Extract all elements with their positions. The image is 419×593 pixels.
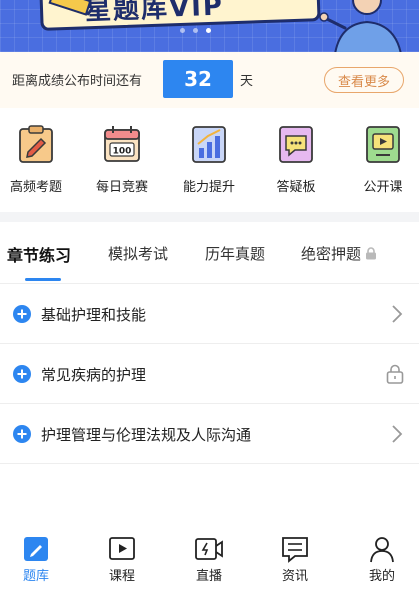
banner-title: 星题库VIP: [84, 0, 225, 27]
calendar-100-icon: 100: [104, 126, 140, 162]
countdown-unit: 天: [240, 74, 254, 89]
nav-live[interactable]: 直播: [179, 535, 239, 591]
feature-label: 能力提升: [182, 180, 235, 195]
feature-ability-improve[interactable]: 能力提升: [174, 124, 244, 204]
chevron-right-icon: [392, 425, 403, 443]
feature-label: 高频考题: [9, 180, 62, 195]
chevron-right-icon: [392, 305, 403, 323]
chapter-list: 基础护理和技能 常见疾病的护理 护理管理与伦理法规及人际沟通: [0, 284, 419, 464]
promo-banner[interactable]: 星题库VIP: [0, 0, 419, 52]
view-more-button[interactable]: 查看更多: [324, 67, 404, 93]
feature-label: 每日竞赛: [95, 180, 148, 195]
feature-daily-contest[interactable]: 100 每日竞赛: [87, 124, 157, 204]
nav-label: 课程: [108, 569, 135, 584]
nav-question-bank[interactable]: 题库: [6, 535, 66, 591]
nav-label: 我的: [368, 569, 395, 584]
section-divider: [0, 212, 419, 222]
practice-tabs: 章节练习 模拟考试 历年真题 绝密押题: [0, 222, 419, 284]
countdown-label: 距离成绩公布时间还有: [12, 74, 143, 89]
score-countdown: 距离成绩公布时间还有 32 天 查看更多: [0, 52, 419, 108]
bottom-nav: 题库 课程 直播 资讯 我的: [0, 527, 419, 593]
nav-news[interactable]: 资讯: [265, 535, 325, 591]
expand-plus-icon[interactable]: [13, 305, 31, 323]
lock-icon: [386, 364, 404, 384]
chapter-title: 护理管理与伦理法规及人际沟通: [41, 426, 252, 444]
chapter-row[interactable]: 护理管理与伦理法规及人际沟通: [0, 404, 419, 464]
nav-label: 资讯: [281, 569, 308, 584]
question-bank-icon: [24, 537, 48, 561]
feature-open-class[interactable]: 公开课: [348, 124, 418, 204]
tab-past-papers[interactable]: 历年真题: [205, 243, 265, 264]
feature-qa-board[interactable]: 答疑板: [261, 124, 331, 204]
chat-bubble-icon: [279, 126, 313, 163]
active-tab-indicator: [25, 278, 61, 281]
feature-label: 公开课: [363, 180, 403, 195]
feature-high-frequency[interactable]: 高频考题: [1, 124, 71, 204]
user-icon: [370, 537, 394, 563]
nav-course[interactable]: 课程: [92, 535, 152, 591]
course-play-icon: [109, 537, 135, 560]
countdown-days: 32: [163, 60, 233, 98]
pager-dot-active[interactable]: [206, 28, 211, 33]
chapter-row[interactable]: 基础护理和技能: [0, 284, 419, 344]
pager-dot[interactable]: [180, 28, 185, 33]
lock-icon: [366, 247, 377, 260]
pager-dot[interactable]: [193, 28, 198, 33]
svg-text:100: 100: [113, 147, 132, 157]
clipboard-pen-icon: [19, 125, 53, 163]
banner-pager: [180, 28, 211, 33]
feature-grid: 高频考题 100 每日竞赛 能力提升 答疑板 公开课: [0, 108, 419, 212]
expand-plus-icon[interactable]: [13, 365, 31, 383]
chapter-row[interactable]: 常见疾病的护理: [0, 344, 419, 404]
live-icon: [195, 538, 223, 560]
teacher-illustration-icon: [319, 0, 402, 52]
chapter-title: 常见疾病的护理: [41, 366, 147, 384]
news-icon: [282, 537, 308, 563]
nav-mine[interactable]: 我的: [352, 535, 412, 591]
tab-chapter-practice[interactable]: 章节练习: [7, 242, 71, 266]
nav-label: 直播: [195, 569, 222, 584]
nav-label: 题库: [22, 569, 49, 584]
tab-secret-questions[interactable]: 绝密押题: [301, 243, 377, 264]
expand-plus-icon[interactable]: [13, 425, 31, 443]
tab-mock-exam[interactable]: 模拟考试: [108, 243, 168, 264]
chapter-title: 基础护理和技能: [41, 306, 147, 324]
tab-label: 绝密押题: [301, 245, 362, 263]
feature-label: 答疑板: [276, 180, 316, 195]
bar-chart-icon: [192, 126, 226, 163]
video-play-icon: [366, 126, 400, 163]
